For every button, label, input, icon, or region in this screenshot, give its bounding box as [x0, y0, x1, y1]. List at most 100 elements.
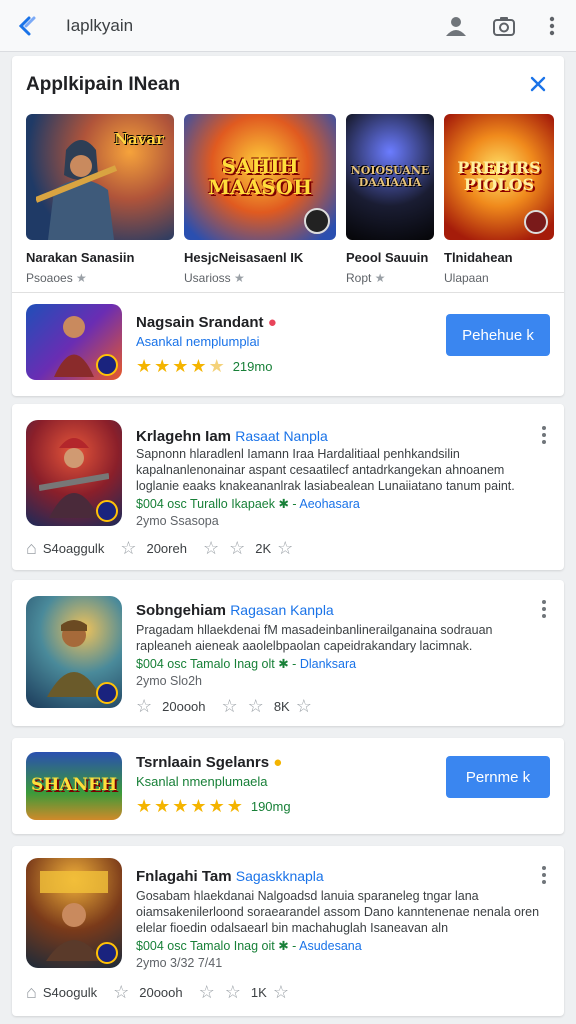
star-icon: ★ — [76, 271, 87, 285]
star-icon: ★ — [154, 356, 171, 376]
stat-item: ☆ 20oreh — [120, 538, 187, 558]
star-icon: ★ — [226, 796, 243, 816]
game-tile[interactable]: Navar Narakan Sanasiin Psoaoes ★ — [26, 114, 174, 285]
warrior-art — [36, 140, 118, 240]
star-icon: ★ — [172, 356, 189, 376]
status-dot: ● — [267, 314, 277, 331]
back-arrow-icon — [18, 16, 36, 35]
game-thumbnail: PREBIRS PIOLOS — [444, 114, 554, 240]
game-name: Narakan Sanasiin — [26, 250, 135, 265]
rank-badge — [96, 682, 118, 704]
star-icon: ★ — [234, 271, 245, 285]
app-meta: $004 osc Tamalo Inag oit ✱ - Asudesana — [136, 939, 362, 953]
stat-item: ☆ ☆ 8K ☆ — [221, 696, 312, 716]
star-icon: ★ — [374, 271, 386, 285]
star-icon: ★ — [136, 796, 153, 816]
star-icon: ★ — [190, 356, 207, 376]
star-icon: ★ — [172, 796, 189, 816]
app-size: 2ymo Slo2h — [136, 674, 203, 688]
game-tile[interactable]: SAHIH MAASOH HesjcNeisasaenl IK Usarioss… — [184, 114, 336, 285]
star-icon: ★ — [190, 796, 207, 816]
close-icon — [530, 76, 546, 92]
publisher-link[interactable]: Dlanksara — [300, 657, 356, 671]
stat-item: ☆ ☆ 2K ☆ — [202, 538, 294, 558]
install-button[interactable]: Pernme k — [446, 756, 550, 798]
rating-count: 190mg — [250, 799, 291, 814]
star-outline-icon: ☆ — [277, 538, 294, 558]
app-logo: SHANEH — [30, 775, 118, 796]
app-size: 2ymo 3/32 7/41 — [136, 956, 223, 970]
stat-item: ☆ 20oooh — [136, 696, 206, 716]
star-outline-icon: ☆ — [221, 696, 238, 716]
home-icon: ⌂ — [26, 538, 37, 558]
app-title-link[interactable]: Rasaat Nanpla — [235, 428, 328, 444]
star-outline-icon: ☆ — [229, 538, 246, 558]
game-thumbnail: SAHIH MAASOH — [184, 114, 336, 240]
app-subtitle: Ksanlal nmenplumaela — [136, 774, 268, 789]
app-title: Nagsain Srandant ● — [136, 314, 277, 331]
star-icon: ★ — [136, 356, 153, 376]
app-description: Pragadam hllaekdenai fM masadeinbanliner… — [136, 623, 493, 653]
rating-stars: ★ ★ ★ ★ ★ 219mo — [136, 356, 272, 377]
camera-icon — [493, 16, 515, 36]
game-name: Tlnidahean — [444, 250, 513, 265]
app-result-card[interactable]: SHANEH Tsrnlaain Sgelanrs ● Ksanlal nmen… — [12, 738, 564, 834]
app-size: 2ymo Ssasopa — [136, 514, 219, 528]
app-result-card[interactable]: Sobngehiam Ragasan Kanpla Pragadam hllae… — [12, 580, 564, 726]
close-button[interactable] — [524, 70, 552, 98]
rating-stars: ★ ★ ★ ★ ★ ★ 190mg — [136, 796, 291, 817]
star-outline-icon: ☆ — [136, 696, 153, 716]
game-tile[interactable]: NOIOSUANE DAAIAAIA Peool Sauuin Ropt ★ — [346, 114, 434, 285]
home-icon: ⌂ — [26, 982, 37, 1002]
app-result-card[interactable]: Krlagehn Iam Rasaat Nanpla Sapnonn hlara… — [12, 404, 564, 570]
app-icon[interactable] — [26, 420, 122, 526]
account-icon — [446, 16, 466, 36]
app-subtitle: Asankal nemplumplai — [136, 334, 260, 349]
app-title: Krlagehn Iam Rasaat Nanpla — [136, 428, 328, 445]
app-title-link[interactable]: Sagaskknapla — [236, 868, 324, 884]
game-subtitle: Ropt ★ — [346, 271, 386, 285]
stat-item: ☆ 20oooh — [113, 982, 183, 1002]
game-thumbnail: NOIOSUANE DAAIAAIA — [346, 114, 434, 240]
overflow-menu-button[interactable] — [528, 0, 576, 52]
game-tile[interactable]: PREBIRS PIOLOS Tlnidahean Ulapaan — [444, 114, 554, 285]
app-meta: $004 osc Tamalo Inag olt ✱ - Dlanksara — [136, 657, 357, 671]
avatar-badge — [304, 208, 330, 234]
app-icon[interactable] — [26, 304, 122, 380]
game-logo: PREBIRS PIOLOS — [457, 158, 541, 194]
star-outline-icon: ☆ — [247, 696, 264, 716]
status-dot: ● — [273, 754, 283, 771]
more-options-button[interactable] — [536, 424, 552, 446]
rank-badge — [96, 942, 118, 964]
app-stats: ⌂ S4oaggulk ☆ 20oreh ☆ ☆ 2K ☆ — [26, 538, 313, 559]
publisher-link[interactable]: Aeohasara — [299, 497, 359, 511]
app-title: Sobngehiam Ragasan Kanpla — [136, 602, 334, 619]
app-stats: ⌂ S4oogulk ☆ 20oooh ☆ ☆ 1K ☆ — [26, 982, 309, 1003]
camera-button[interactable] — [480, 0, 528, 52]
star-icon: ★ — [208, 796, 225, 816]
app-icon[interactable]: SHANEH — [26, 752, 122, 820]
character-art — [54, 316, 94, 377]
more-options-button[interactable] — [536, 864, 552, 886]
app-result-card[interactable]: Fnlagahi Tam Sagaskknapla Gosabam hlaekd… — [12, 846, 564, 1016]
star-outline-icon: ☆ — [224, 982, 241, 1002]
app-icon[interactable] — [26, 858, 122, 968]
star-half-icon: ★ — [208, 356, 225, 376]
app-icon[interactable] — [26, 596, 122, 708]
install-button[interactable]: Pehehue k — [446, 314, 550, 356]
app-meta: $004 osc Turallo Ikapaek ✱ - Aeohasara — [136, 497, 360, 511]
featured-card: Applkipain INean Navar Narakan Sanasiin … — [12, 56, 564, 396]
search-bar: Iaplkyain — [0, 0, 576, 52]
star-icon: ★ — [154, 796, 171, 816]
back-button[interactable] — [0, 0, 52, 52]
search-query[interactable]: Iaplkyain — [52, 16, 432, 36]
account-button[interactable] — [432, 0, 480, 52]
featured-title: Applkipain INean — [26, 74, 181, 95]
star-outline-icon: ☆ — [198, 982, 215, 1002]
publisher-link[interactable]: Asudesana — [299, 939, 362, 953]
app-title: Tsrnlaain Sgelanrs ● — [136, 754, 283, 771]
more-options-button[interactable] — [536, 598, 552, 620]
more-vert-icon — [549, 16, 555, 35]
app-title-link[interactable]: Ragasan Kanpla — [230, 602, 334, 618]
stat-item: ⌂ S4oaggulk — [26, 538, 105, 558]
